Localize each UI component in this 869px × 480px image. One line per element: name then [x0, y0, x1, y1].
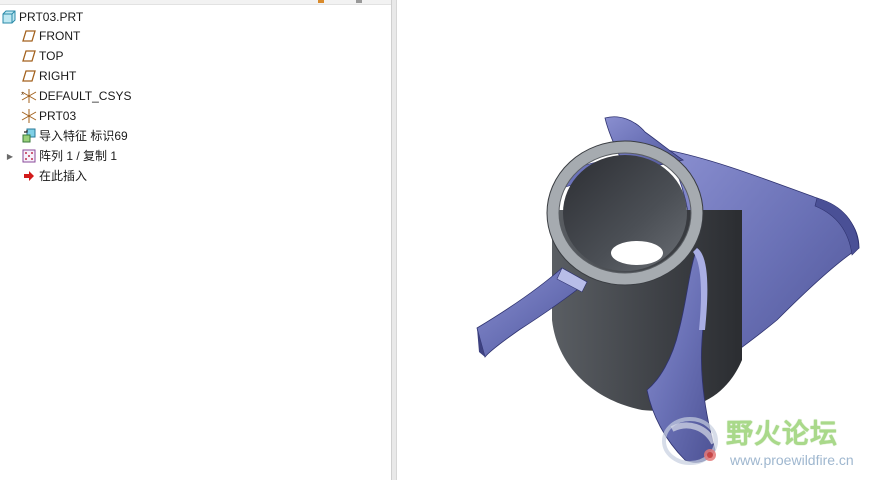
pattern-icon — [21, 148, 37, 164]
tree-item-import-feature[interactable]: 导入特征 标识69 — [0, 126, 391, 146]
watermark-title: 野火论坛 — [726, 419, 838, 450]
tree-item-label: FRONT — [39, 29, 81, 43]
tree-item-label: PRT03 — [39, 109, 77, 123]
part-icon — [1, 9, 17, 25]
tree-item-label: RIGHT — [39, 69, 77, 83]
datum-plane-icon — [21, 48, 37, 64]
datum-plane-icon — [21, 28, 37, 44]
watermark-logo-icon — [662, 417, 718, 465]
coordinate-system-icon — [21, 108, 37, 124]
datum-plane-icon — [21, 68, 37, 84]
tree-item-front[interactable]: FRONT — [0, 26, 391, 46]
tree-item-label: TOP — [39, 49, 64, 63]
tree-item-label: 阵列 1 / 复制 1 — [39, 149, 118, 163]
settings-icon[interactable] — [318, 0, 324, 3]
svg-text:x: x — [21, 91, 24, 97]
tree-item-top[interactable]: TOP — [0, 46, 391, 66]
insert-here-arrow-icon — [21, 168, 37, 184]
tree-item-prt03-csys[interactable]: PRT03 — [0, 106, 391, 126]
panel-toolbar-strip — [0, 0, 391, 5]
tree-item-label: DEFAULT_CSYS — [39, 89, 132, 103]
tree-item-default-csys[interactable]: x DEFAULT_CSYS — [0, 86, 391, 106]
coordinate-system-icon: x — [21, 88, 37, 104]
tree-item-label: 导入特征 标识69 — [39, 129, 128, 143]
tree-item-label: PRT03.PRT — [19, 10, 84, 24]
tree-item-insert-here[interactable]: 在此插入 — [0, 166, 391, 186]
tree-item-part-root[interactable]: PRT03.PRT — [0, 7, 391, 27]
tree-item-label: 在此插入 — [39, 169, 88, 183]
import-feature-icon — [21, 128, 37, 144]
watermark: 野火论坛 www.proewildfire.cn — [658, 405, 869, 480]
expand-arrow-icon[interactable]: ▶ — [5, 146, 15, 166]
filter-icon[interactable] — [356, 0, 362, 3]
model-tree-panel: PRT03.PRT FRONT TOP RIGHT x DEFAULT_CSYS… — [0, 0, 391, 480]
watermark-url: www.proewildfire.cn — [730, 452, 854, 468]
tree-item-right[interactable]: RIGHT — [0, 66, 391, 86]
tree-item-pattern[interactable]: ▶ 阵列 1 / 复制 1 — [0, 146, 391, 166]
